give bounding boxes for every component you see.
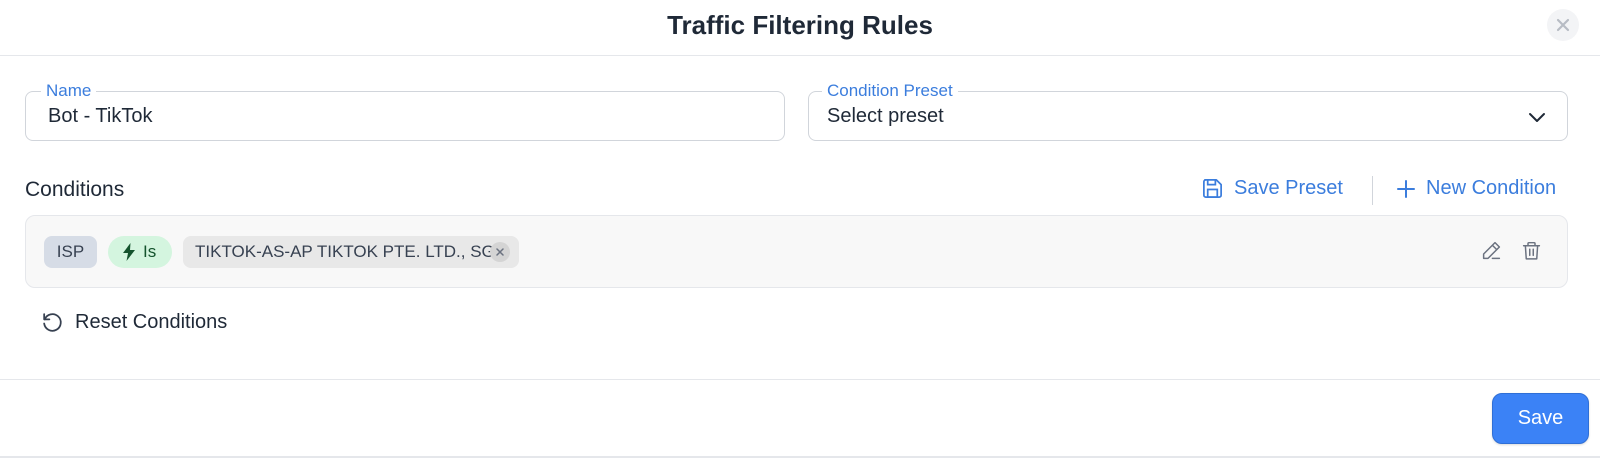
trash-icon[interactable] (1521, 240, 1542, 262)
condition-row: ISP Is TIKTOK-AS-AP TIKTOK PTE. LTD., SG (25, 215, 1568, 288)
save-preset-button[interactable]: Save Preset (1201, 177, 1343, 200)
condition-preset-label: Condition Preset (822, 81, 958, 101)
action-divider (1372, 176, 1373, 205)
footer-divider (0, 379, 1600, 380)
condition-preset-value: Select preset (827, 105, 944, 127)
close-icon (496, 248, 504, 256)
lightning-icon (123, 243, 135, 261)
save-button-label: Save (1517, 407, 1564, 429)
new-condition-button[interactable]: New Condition (1396, 177, 1556, 200)
condition-value-chip: TIKTOK-AS-AP TIKTOK PTE. LTD., SG (183, 236, 519, 268)
chevron-down-icon (1529, 113, 1545, 122)
remove-value-button[interactable] (490, 242, 510, 262)
save-icon (1203, 179, 1222, 198)
close-icon (1556, 18, 1570, 32)
condition-field-label: ISP (56, 242, 85, 261)
name-field: Name (25, 81, 785, 141)
conditions-heading: Conditions (25, 178, 125, 201)
new-condition-label: New Condition (1426, 177, 1557, 199)
condition-field-chip[interactable]: ISP (44, 236, 97, 268)
reset-conditions-button[interactable]: Reset Conditions (40, 310, 227, 335)
save-button[interactable]: Save (1492, 393, 1589, 444)
reset-conditions-label: Reset Conditions (75, 311, 228, 333)
close-button[interactable] (1547, 9, 1579, 41)
reset-icon (43, 313, 62, 332)
condition-operator-chip[interactable]: Is (108, 236, 172, 268)
condition-operator-label: Is (143, 242, 157, 261)
modal-header: Traffic Filtering Rules (0, 0, 1600, 56)
edit-icon[interactable] (1481, 240, 1502, 261)
condition-value-label: TIKTOK-AS-AP TIKTOK PTE. LTD., SG (195, 242, 495, 261)
name-input[interactable] (48, 105, 748, 128)
condition-preset-select[interactable]: Condition Preset Select preset (808, 81, 1568, 141)
plus-icon (1397, 179, 1415, 198)
save-preset-label: Save Preset (1234, 177, 1343, 199)
modal-title: Traffic Filtering Rules (667, 10, 933, 40)
name-field-label: Name (41, 81, 97, 101)
